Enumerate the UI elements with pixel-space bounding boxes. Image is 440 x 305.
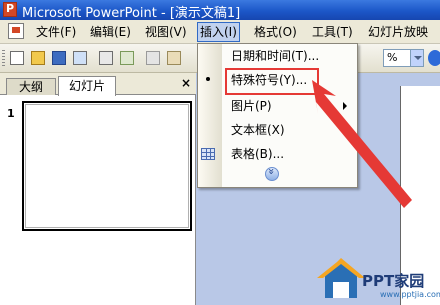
paste-icon[interactable] — [167, 51, 181, 65]
menu-file[interactable]: 文件(F) — [34, 23, 78, 41]
menu-edit[interactable]: 编辑(E) — [88, 23, 133, 41]
save-icon[interactable] — [52, 51, 66, 65]
copy-icon[interactable] — [146, 51, 160, 65]
menu-bar: 文件(F) 编辑(E) 视图(V) 插入(I) 格式(O) 工具(T) 幻灯片放… — [0, 20, 440, 44]
open-folder-icon[interactable] — [31, 51, 45, 65]
pane-close-icon[interactable]: × — [180, 76, 192, 90]
document-menu-icon[interactable] — [8, 23, 24, 39]
new-document-icon[interactable] — [10, 51, 24, 65]
menu-format[interactable]: 格式(O) — [252, 23, 299, 41]
insert-text-box[interactable]: 文本框(X) — [231, 120, 285, 140]
powerpoint-app-icon[interactable] — [3, 2, 17, 17]
menu-insert[interactable]: 插入(I) — [197, 22, 240, 42]
slide-number: 1 — [7, 107, 15, 120]
menu-slideshow[interactable]: 幻灯片放映 — [366, 23, 430, 41]
print-icon[interactable] — [99, 51, 113, 65]
toolbar-grip-icon[interactable] — [2, 50, 5, 67]
insert-picture[interactable]: 图片(P) — [231, 96, 272, 116]
insert-table[interactable]: 表格(B)... — [231, 144, 284, 164]
help-icon[interactable] — [428, 50, 440, 66]
tab-slides[interactable]: 幻灯片 — [58, 76, 116, 96]
watermark-text: PPT家园 — [362, 272, 425, 290]
watermark-url: www.pptjia.com — [380, 290, 440, 299]
red-arrow-icon — [312, 80, 412, 208]
window-title: Microsoft PowerPoint - [演示文稿1] — [22, 6, 241, 21]
menu-tools[interactable]: 工具(T) — [310, 23, 355, 41]
chart-dot-icon — [206, 77, 210, 81]
menu-view[interactable]: 视图(V) — [143, 23, 189, 41]
insert-menu-icon-strip — [198, 44, 222, 187]
tab-outline[interactable]: 大纲 — [6, 78, 56, 95]
slide-thumbnail-inner — [25, 104, 189, 228]
table-icon — [201, 148, 215, 160]
print-preview-icon[interactable] — [120, 51, 134, 65]
expand-menu-icon[interactable] — [265, 167, 279, 181]
permission-icon[interactable] — [73, 51, 87, 65]
